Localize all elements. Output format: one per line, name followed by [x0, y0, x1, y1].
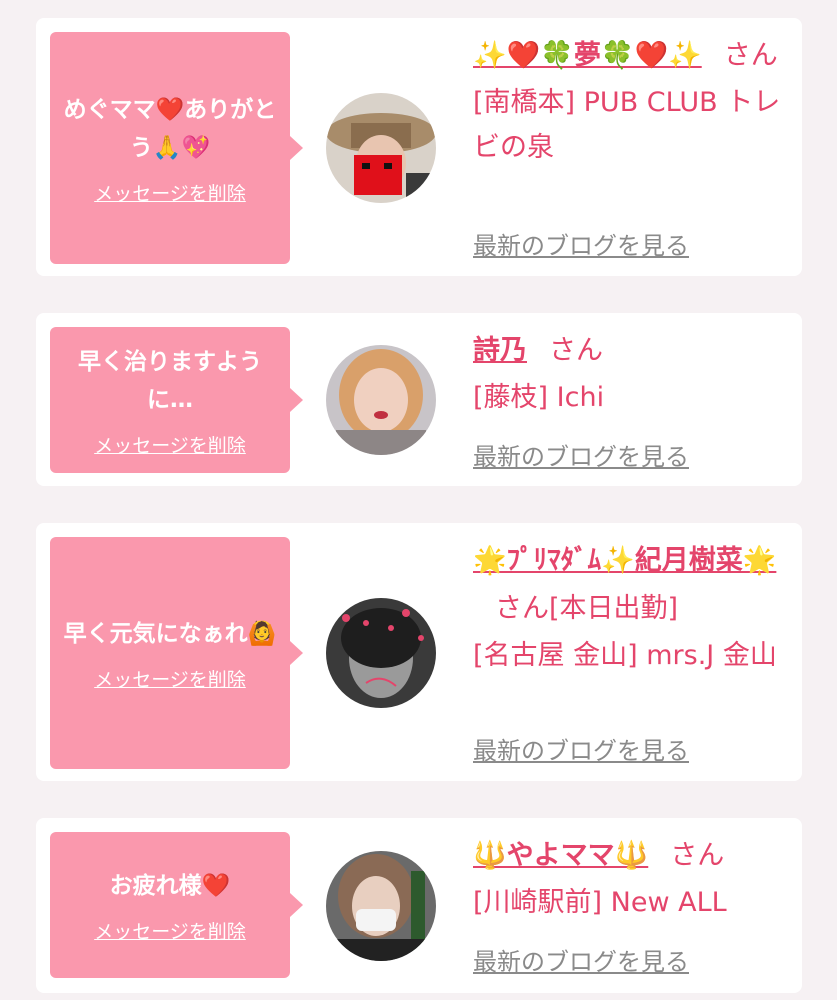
shop-label: [藤枝] Ichi — [473, 382, 605, 413]
message-card: 早く元気になぁれ🙆 メッセージを削除 🌟ﾌﾟﾘﾏﾀﾞﾑ✨紀月樹菜🌟 さん[本日出勤… — [36, 523, 802, 781]
avatar[interactable] — [326, 93, 436, 203]
latest-blog-link[interactable]: 最新のブログを見る — [473, 437, 689, 472]
shop-label: [南橋本] PUB CLUB トレビの泉 — [473, 87, 781, 163]
sender-info: 詩乃 さん [藤枝] Ichi — [473, 327, 788, 420]
message-text: お疲れ様❤️ — [109, 872, 231, 899]
honorific: さん — [495, 593, 549, 624]
sender-name-link[interactable]: 🌟ﾌﾟﾘﾏﾀﾞﾑ✨紀月樹菜🌟 — [473, 545, 776, 576]
honorific: さん — [549, 335, 603, 366]
delete-message-link[interactable]: メッセージを削除 — [94, 431, 246, 458]
latest-blog-link[interactable]: 最新のブログを見る — [473, 226, 689, 261]
sender-info: ✨❤️🍀夢🍀❤️✨ さん [南橋本] PUB CLUB トレビの泉 — [473, 32, 788, 170]
status-badge: [本日出勤] — [549, 593, 679, 624]
sender-info: 🔱やよママ🔱 さん [川崎駅前] New ALL — [473, 832, 788, 925]
shop-label: [川崎駅前] New ALL — [473, 887, 727, 918]
delete-message-link[interactable]: メッセージを削除 — [94, 665, 246, 692]
honorific: さん — [723, 40, 778, 71]
sender-name-link[interactable]: 🔱やよママ🔱 — [473, 840, 648, 871]
avatar[interactable] — [326, 851, 436, 961]
message-text: 早く元気になぁれ🙆 — [63, 620, 277, 647]
sender-name-link[interactable]: 詩乃 — [473, 335, 527, 366]
latest-blog-link[interactable]: 最新のブログを見る — [473, 731, 689, 766]
latest-blog-link[interactable]: 最新のブログを見る — [473, 942, 689, 977]
avatar[interactable] — [326, 345, 436, 455]
sender-info: 🌟ﾌﾟﾘﾏﾀﾞﾑ✨紀月樹菜🌟 さん[本日出勤] [名古屋 金山] mrs.J 金山 — [473, 537, 788, 678]
message-bubble: お疲れ様❤️ メッセージを削除 — [50, 832, 303, 978]
message-list: めぐママ❤️ありがとう🙏💖 メッセージを削除 ✨❤️🍀夢🍀❤️✨ さん [南橋本]… — [0, 0, 837, 1000]
message-bubble: 早く元気になぁれ🙆 メッセージを削除 — [50, 537, 303, 769]
message-bubble: 早く治りますように… メッセージを削除 — [50, 327, 303, 473]
message-card: めぐママ❤️ありがとう🙏💖 メッセージを削除 ✨❤️🍀夢🍀❤️✨ さん [南橋本]… — [36, 18, 802, 276]
shop-label: [名古屋 金山] mrs.J 金山 — [473, 640, 777, 671]
honorific: さん — [670, 840, 725, 871]
delete-message-link[interactable]: メッセージを削除 — [94, 179, 246, 206]
message-text: めぐママ❤️ありがとう🙏💖 — [63, 96, 277, 161]
message-text: 早く治りますように… — [78, 348, 262, 413]
message-card: 早く治りますように… メッセージを削除 詩乃 さん [藤枝] Ichi 最新のブロ… — [36, 313, 802, 486]
message-bubble: めぐママ❤️ありがとう🙏💖 メッセージを削除 — [50, 32, 303, 264]
avatar[interactable] — [326, 598, 436, 708]
delete-message-link[interactable]: メッセージを削除 — [94, 917, 246, 944]
message-card: お疲れ様❤️ メッセージを削除 🔱やよママ🔱 さん [川崎駅前] New ALL … — [36, 818, 802, 993]
sender-name-link[interactable]: ✨❤️🍀夢🍀❤️✨ — [473, 40, 702, 71]
